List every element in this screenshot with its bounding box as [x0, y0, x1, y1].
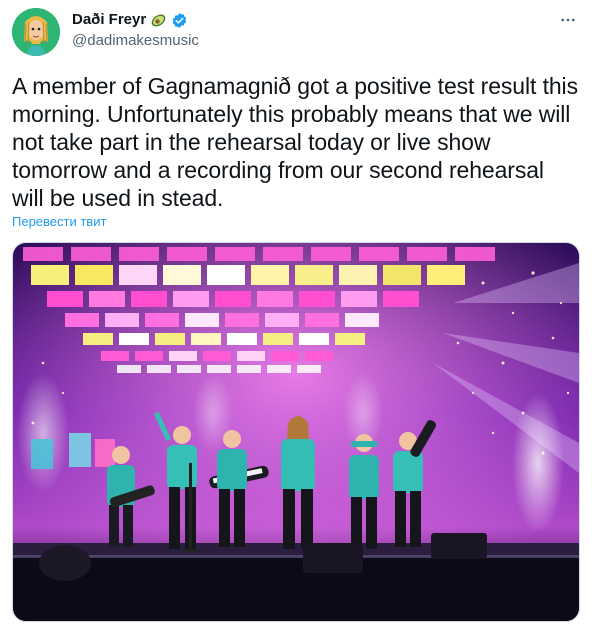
more-horizontal-icon — [561, 18, 575, 22]
stage-photo — [13, 243, 579, 621]
display-name[interactable]: Daði Freyr — [72, 10, 146, 30]
tweet-card: Daði Freyr @dadimakesmusic A member of G… — [0, 0, 594, 625]
verified-badge-icon — [171, 12, 188, 29]
avatar[interactable] — [12, 8, 60, 56]
avatar-illustration — [12, 8, 60, 56]
translate-tweet-link[interactable]: Перевести твит — [12, 214, 106, 229]
user-handle[interactable]: @dadimakesmusic — [72, 31, 199, 51]
author-row: Daði Freyr — [72, 10, 188, 30]
tweet-photo[interactable] — [12, 242, 580, 622]
tweet-text: A member of Gagnamagnið got a positive t… — [12, 73, 578, 211]
avocado-emoji-icon — [150, 12, 167, 29]
more-options-button[interactable] — [556, 8, 580, 32]
